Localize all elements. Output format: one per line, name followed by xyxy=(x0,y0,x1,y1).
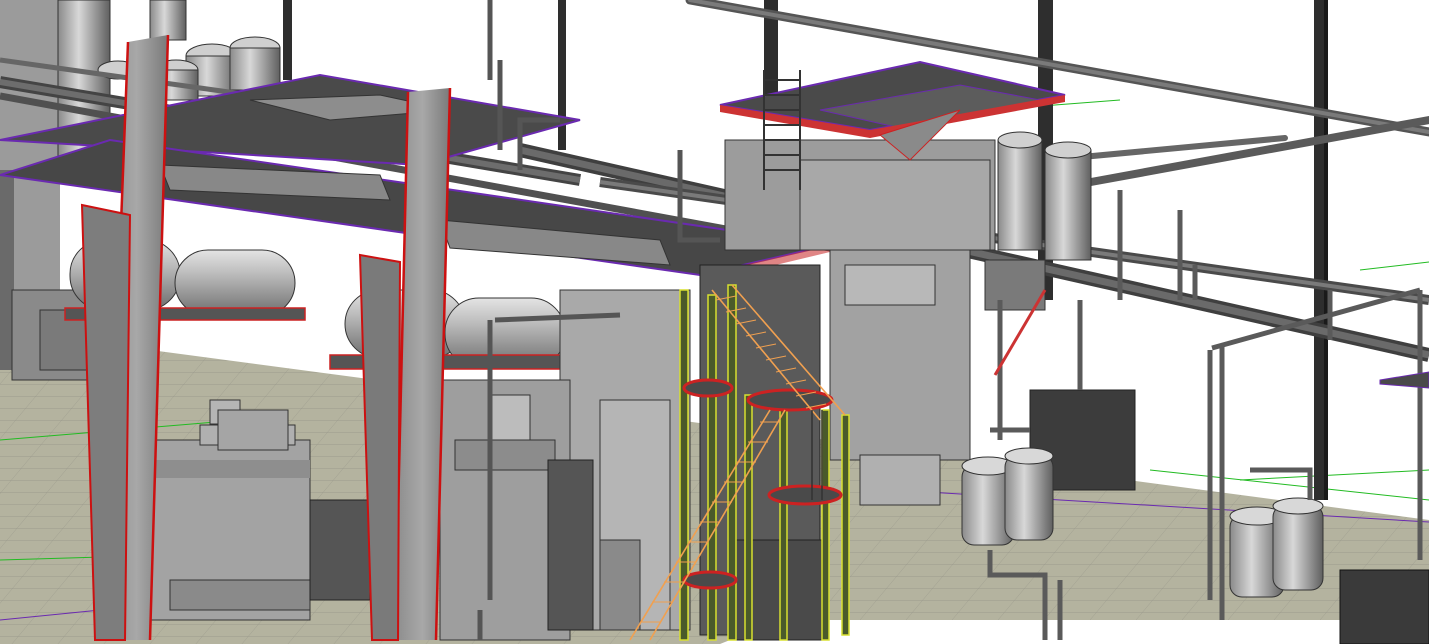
small-platform-far-right xyxy=(1379,371,1429,389)
vertical-vessel-far-right-b xyxy=(1272,497,1324,591)
3d-model-viewport[interactable] xyxy=(0,0,1429,644)
vertical-vessel-right-b xyxy=(1004,447,1054,541)
tapered-column-mid xyxy=(358,87,452,641)
dark-equipment-box-far-right xyxy=(1339,569,1429,644)
model-canvas[interactable] xyxy=(0,0,1429,644)
vertical-vessels-top-right xyxy=(997,131,1092,261)
